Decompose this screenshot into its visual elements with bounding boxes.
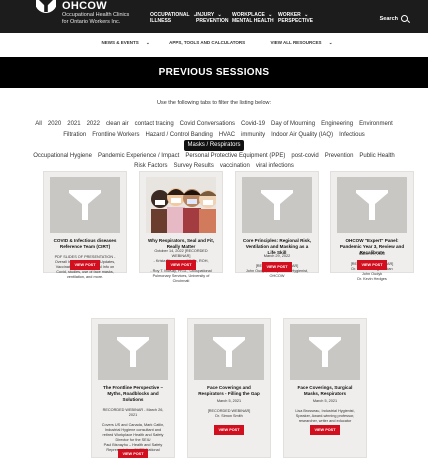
page-title: PREVIOUS SESSIONS [0, 57, 428, 88]
filter-tag[interactable]: Covid Conversations [179, 119, 236, 130]
chevron-down-icon: ⌄ [304, 12, 309, 18]
session-card[interactable]: Face Coverings, Surgical Masks, Respirat… [283, 318, 367, 458]
brand-subtitle: Occupational Health Clinics for Ontario W… [62, 12, 130, 25]
filter-tag[interactable]: Environment [358, 119, 394, 130]
filter-tags: All 2020 2021 2022 clean air contact tracing C… [30, 119, 398, 172]
nav-occupational-illness[interactable]: OCCUPATIONAL ⌄ ILLNESS [150, 12, 197, 24]
ohcow-placeholder-icon [117, 337, 149, 367]
session-thumbnail[interactable] [98, 324, 168, 380]
session-description: March 5, 2021 [RECORDED WEBINAR] Dr. Sim… [207, 399, 251, 418]
filter-tag[interactable]: Survey Results [172, 161, 214, 172]
nav-injury-prevention[interactable]: INJURY ⌄ PREVENTION [196, 12, 229, 24]
session-title[interactable]: Face Coverings and Respirators - Filling… [194, 385, 264, 397]
filter-tag[interactable]: Engineering [320, 119, 354, 130]
session-title[interactable]: Why Respirators, Seal and Fit, Really Ma… [146, 238, 216, 250]
session-card[interactable]: COVID & Infectious diseases Reference Te… [43, 171, 127, 279]
brand-name: OHCOW [62, 0, 107, 12]
brand-block[interactable]: OHCOW Occupational Health Clinics for Ont… [62, 1, 129, 26]
ohcow-logo-icon[interactable] [36, 0, 56, 20]
filter-tag[interactable]: contact tracing [134, 119, 175, 130]
filter-tag[interactable]: Covid-19 [240, 119, 266, 130]
view-post-button[interactable]: VIEW POST [357, 260, 387, 270]
ohcow-placeholder-icon [261, 190, 293, 220]
ohcow-placeholder-icon [69, 190, 101, 220]
view-post-button[interactable]: VIEW POST [118, 449, 148, 458]
session-card[interactable]: Why Respirators, Seal and Fit, Really Ma… [139, 171, 223, 283]
filter-tag[interactable]: Hazard / Control Banding [144, 130, 213, 141]
subnav-view-all-label: VIEW ALL RESOURCES [270, 40, 322, 45]
view-post-button[interactable]: VIEW POST [70, 260, 100, 270]
ohcow-placeholder-icon [309, 337, 341, 367]
filter-tag[interactable]: Risk Factors [133, 161, 168, 172]
filter-tag[interactable]: clean air [105, 119, 130, 130]
filter-tag[interactable]: 2021 [66, 119, 81, 130]
session-title[interactable]: Face Coverings, Surgical Masks, Respirat… [290, 385, 360, 397]
view-post-button[interactable]: VIEW POST [214, 425, 244, 435]
filter-tag[interactable]: Personal Protective Equipment (PPE) [184, 151, 286, 162]
session-thumbnail[interactable] [290, 324, 360, 380]
filter-tag[interactable]: Indoor Air Quality (IAQ) [270, 130, 334, 141]
filter-tag[interactable]: Masks / Respirators [184, 140, 244, 151]
filter-tag[interactable]: vaccination [219, 161, 251, 172]
search-icon [401, 15, 408, 22]
subnav-news-events-label: NEWS & EVENTS [101, 40, 139, 45]
view-post-button[interactable]: VIEW POST [262, 262, 292, 272]
filter-tag[interactable]: All [34, 119, 43, 130]
chevron-down-icon: ⌄ [268, 12, 273, 18]
ohcow-placeholder-icon [213, 337, 245, 367]
top-navbar: OHCOW Occupational Health Clinics for Ont… [0, 0, 428, 33]
chevron-down-icon: ⌄ [217, 12, 222, 18]
secondary-nav: NEWS & EVENTS ⌄ APPS, TOOLS AND CALCULAT… [0, 40, 428, 46]
people-in-masks-image [146, 177, 216, 233]
view-post-button[interactable]: VIEW POST [310, 425, 340, 435]
filter-tag[interactable]: Infectious [338, 130, 366, 141]
search-button[interactable]: Search [380, 15, 408, 22]
session-card[interactable]: The Frontline Perspective – Myths, Roadb… [91, 318, 175, 458]
view-post-button[interactable]: VIEW POST [166, 260, 196, 270]
session-description: RECORDED WEBINAR - March 26, 2021 Covers… [101, 408, 165, 452]
filter-tag[interactable]: 2020 [47, 119, 62, 130]
filter-tag[interactable]: post-covid [290, 151, 319, 162]
subnav-view-all[interactable]: VIEW ALL RESOURCES ⌄ [264, 40, 332, 45]
filter-tag[interactable]: immunity [240, 130, 266, 141]
filter-tag[interactable]: HVAC [218, 130, 236, 141]
filter-instruction: Use the following tabs to filter the lis… [156, 100, 272, 106]
subnav-news-events[interactable]: NEWS & EVENTS ⌄ [96, 40, 150, 45]
nav-workplace-mental-health[interactable]: WORKPLACE ⌄ MENTAL HEALTH [232, 12, 274, 24]
session-thumbnail[interactable] [242, 177, 312, 233]
session-title[interactable]: The Frontline Perspective – Myths, Roadb… [98, 385, 168, 402]
session-title[interactable]: COVID & Infectious diseases Reference Te… [50, 238, 120, 250]
filter-tag[interactable]: Occupational Hygiene [32, 151, 93, 162]
search-label: Search [379, 15, 398, 22]
ohcow-placeholder-icon [356, 190, 388, 220]
session-thumbnail[interactable] [337, 177, 407, 233]
nav-worker-perspective[interactable]: WORKER ⌄ PERSPECTIVE [278, 12, 313, 24]
session-thumbnail[interactable] [194, 324, 264, 380]
subnav-apps-tools[interactable]: APPS, TOOLS AND CALCULATORS [163, 40, 251, 45]
filter-tag[interactable]: Day of Mourning [270, 119, 316, 130]
session-thumbnail[interactable] [50, 177, 120, 233]
filter-tag[interactable]: Prevention [324, 151, 355, 162]
session-title[interactable]: Core Principles: Regional Risk, Ventilat… [242, 238, 312, 255]
session-description: March 5, 2021 Lisa Brosseau, Industrial … [295, 399, 355, 423]
session-card[interactable]: Face Coverings and Respirators - Filling… [187, 318, 271, 458]
filter-tag[interactable]: viral infections [255, 161, 295, 172]
filter-tag[interactable]: Filtration [62, 130, 87, 141]
filter-tag[interactable]: Pandemic Experience / Impact [97, 151, 180, 162]
filter-tag[interactable]: 2022 [86, 119, 101, 130]
filter-tag[interactable]: Public Health [358, 151, 395, 162]
session-card[interactable]: Core Principles: Regional Risk, Ventilat… [235, 171, 319, 278]
session-card[interactable]: OHCOW "Expert" Panel: Pandemic Year 3, R… [330, 171, 414, 281]
subnav-apps-tools-label: APPS, TOOLS AND CALCULATORS [169, 40, 246, 45]
filter-tag[interactable]: Frontline Workers [91, 130, 140, 141]
